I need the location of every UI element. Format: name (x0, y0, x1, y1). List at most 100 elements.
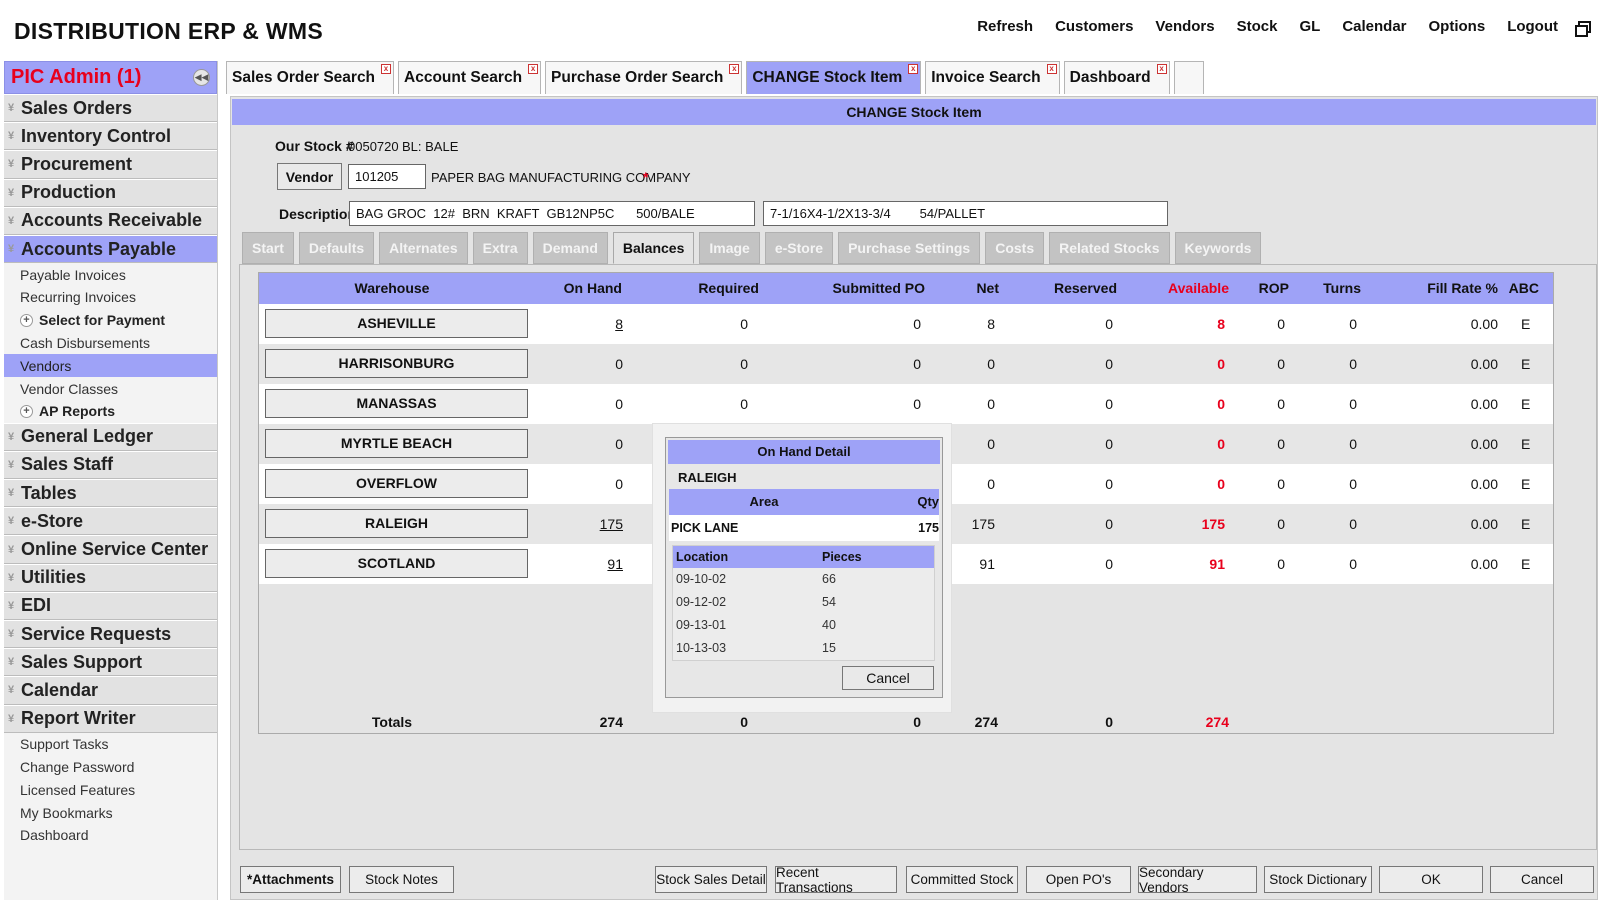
subtab-e-store[interactable]: e-Store (764, 232, 834, 264)
stock-sales-detail-button[interactable]: Stock Sales Detail (655, 866, 767, 893)
secondary-vendors-button[interactable]: Secondary Vendors (1138, 865, 1257, 895)
sidebar-section-inventory-control[interactable]: ¥ Inventory Control (4, 122, 217, 151)
tab-invoice-search[interactable]: Invoice Search x (925, 61, 1060, 94)
nav-logout[interactable]: Logout (1507, 18, 1558, 35)
cell-fill-rate: 0.00 (1470, 356, 1498, 372)
vendor-code-field[interactable]: 101205 (348, 164, 426, 189)
subtab-start[interactable]: Start (242, 232, 294, 264)
sidebar-section-edi[interactable]: ¥ EDI (4, 591, 217, 621)
cell-abc: E (1521, 556, 1531, 572)
sidebar-section-sales-staff[interactable]: ¥ Sales Staff (4, 450, 217, 480)
popup-cancel-button[interactable]: Cancel (842, 666, 934, 690)
sidebar-item-dashboard[interactable]: Dashboard (4, 824, 217, 847)
sidebar-section-sales-support[interactable]: ¥ Sales Support (4, 648, 217, 677)
close-tab-icon[interactable]: x (381, 64, 392, 74)
vendor-button[interactable]: Vendor (277, 163, 342, 190)
sidebar-item-my-bookmarks[interactable]: My Bookmarks (4, 801, 217, 824)
sidebar-item-change-password[interactable]: Change Password (4, 756, 217, 779)
popup-warehouse: RALEIGH (678, 470, 737, 485)
warehouse-button[interactable]: OVERFLOW (265, 469, 528, 498)
open-pos-button[interactable]: Open PO's (1026, 866, 1131, 893)
nav-gl[interactable]: GL (1299, 18, 1320, 35)
stock-notes-button[interactable]: Stock Notes (349, 866, 454, 893)
chevron-icon: ¥ (8, 571, 15, 584)
sidebar-section-utilities[interactable]: ¥ Utilities (4, 563, 217, 592)
ok-button[interactable]: OK (1379, 866, 1483, 893)
table-row: MANASSAS 0 0 0 0 0 0 0 0 0.00 E (259, 384, 1553, 424)
sidebar-section-e-store[interactable]: ¥ e-Store (4, 507, 217, 536)
subtab-demand[interactable]: Demand (532, 232, 608, 264)
sidebar-item-licensed-features[interactable]: Licensed Features (4, 778, 217, 801)
sidebar-item-vendor-classes[interactable]: Vendor Classes (4, 377, 217, 400)
subtab-image[interactable]: Image (699, 232, 760, 264)
sidebar-section-accounts-receivable[interactable]: ¥ Accounts Receivable (4, 206, 217, 235)
location-row: 09-10-02 66 (673, 568, 934, 591)
collapse-sidebar-icon[interactable]: ◀◀ (193, 69, 210, 86)
sidebar-section-calendar[interactable]: ¥ Calendar (4, 676, 217, 705)
sidebar-section-service-requests[interactable]: ¥ Service Requests (4, 620, 217, 649)
sidebar-item-recurring-invoices[interactable]: Recurring Invoices (4, 286, 217, 309)
window-restore-icon[interactable] (1574, 20, 1592, 38)
tab-dashboard[interactable]: Dashboard x (1063, 61, 1170, 94)
stock-dictionary-button[interactable]: Stock Dictionary (1264, 866, 1372, 893)
tab-sales-order-search[interactable]: Sales Order Search x (226, 61, 395, 94)
location-table: Location Pieces 09-10-02 66 09-12-02 54 … (672, 545, 935, 661)
subtab-extra[interactable]: Extra (472, 232, 528, 264)
warehouse-button[interactable]: MYRTLE BEACH (265, 429, 528, 458)
sidebar-item-payable-invoices[interactable]: Payable Invoices (4, 263, 217, 286)
tab-new[interactable] (1173, 61, 1204, 94)
on-hand-link[interactable]: 175 (559, 504, 623, 544)
warehouse-button[interactable]: MANASSAS (265, 389, 528, 418)
cell-reserved: 0 (1105, 356, 1113, 372)
sidebar-item-select-for-payment[interactable]: + Select for Payment (4, 309, 217, 332)
sidebar-section-online-service-center[interactable]: ¥ Online Service Center (4, 535, 217, 564)
tab-account-search[interactable]: Account Search x (398, 61, 542, 94)
warehouse-button[interactable]: HARRISONBURG (265, 349, 528, 378)
warehouse-button[interactable]: ASHEVILLE (265, 309, 528, 338)
sidebar-section-tables[interactable]: ¥ Tables (4, 479, 217, 508)
sidebar-item-support-tasks[interactable]: Support Tasks (4, 733, 217, 756)
sidebar-item-vendors[interactable]: Vendors (4, 354, 217, 378)
recent-transactions-button[interactable]: Recent Transactions (775, 865, 897, 895)
warehouse-button[interactable]: RALEIGH (265, 509, 528, 538)
warehouse-button[interactable]: SCOTLAND (265, 549, 528, 578)
subtab-balances[interactable]: Balances (612, 232, 695, 264)
description-field-1[interactable]: BAG GROC 12# BRN KRAFT GB12NP5C 500/BALE (349, 201, 755, 226)
sidebar-section-procurement[interactable]: ¥ Procurement (4, 150, 217, 179)
nav-customers[interactable]: Customers (1055, 18, 1133, 35)
nav-stock[interactable]: Stock (1237, 18, 1278, 35)
location-row: 09-12-02 54 (673, 591, 934, 614)
sidebar-item-ap-reports[interactable]: + AP Reports (4, 400, 217, 423)
expand-plus-icon[interactable]: + (20, 404, 33, 418)
on-hand-link[interactable]: 91 (559, 544, 623, 584)
close-tab-icon[interactable]: x (908, 64, 919, 74)
sidebar-section-report-writer[interactable]: ¥ Report Writer (4, 704, 217, 733)
close-tab-icon[interactable]: x (1156, 64, 1167, 74)
sidebar-section-accounts-payable[interactable]: ¥ Accounts Payable (4, 234, 217, 264)
nav-vendors[interactable]: Vendors (1155, 18, 1214, 35)
subtab-purchase-settings[interactable]: Purchase Settings (838, 232, 981, 264)
sidebar-section-general-ledger[interactable]: ¥ General Ledger (4, 422, 217, 451)
attachments-button[interactable]: *Attachments (240, 866, 341, 893)
expand-plus-icon[interactable]: + (20, 313, 33, 327)
subtab-alternates[interactable]: Alternates (379, 232, 468, 264)
tab-purchase-order-search[interactable]: Purchase Order Search x (545, 61, 743, 94)
nav-options[interactable]: Options (1429, 18, 1486, 35)
sidebar-item-cash-disbursements[interactable]: Cash Disbursements (4, 332, 217, 355)
tab-change-stock-item[interactable]: CHANGE Stock Item x (746, 61, 922, 94)
sidebar-section-production[interactable]: ¥ Production (4, 178, 217, 207)
close-tab-icon[interactable]: x (528, 64, 539, 74)
cancel-button[interactable]: Cancel (1490, 866, 1594, 893)
subtab-defaults[interactable]: Defaults (298, 232, 375, 264)
nav-calendar[interactable]: Calendar (1342, 18, 1406, 35)
on-hand-link[interactable]: 8 (559, 304, 623, 344)
sidebar-section-sales-orders[interactable]: ¥ Sales Orders (4, 94, 217, 123)
committed-stock-button[interactable]: Committed Stock (906, 866, 1018, 893)
nav-refresh[interactable]: Refresh (977, 18, 1033, 35)
close-tab-icon[interactable]: x (1046, 64, 1057, 74)
subtab-costs[interactable]: Costs (985, 232, 1045, 264)
close-tab-icon[interactable]: x (729, 64, 740, 74)
subtab-related-stocks[interactable]: Related Stocks (1049, 232, 1170, 264)
subtab-keywords[interactable]: Keywords (1174, 232, 1262, 264)
description-field-2[interactable]: 7-1/16X4-1/2X13-3/4 54/PALLET (763, 201, 1168, 226)
